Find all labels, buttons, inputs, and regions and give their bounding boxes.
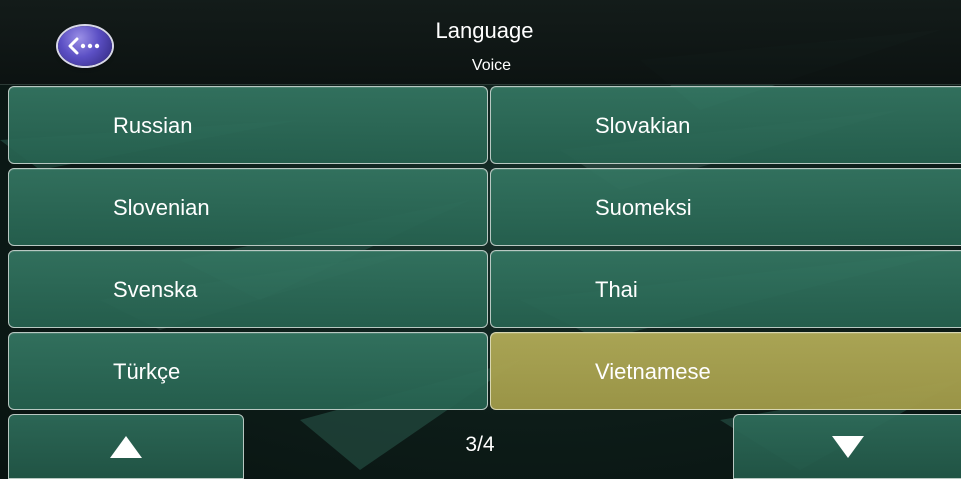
- page-down-button[interactable]: [733, 414, 961, 479]
- language-option-slovenian[interactable]: Slovenian: [8, 168, 488, 246]
- language-option-slovakian[interactable]: Slovakian: [490, 86, 961, 164]
- page-subtitle: Voice: [471, 57, 512, 74]
- language-option-russian[interactable]: Russian: [8, 86, 488, 164]
- language-option-turkce[interactable]: Türkçe: [8, 332, 488, 410]
- voice-language-screen: Language Voice Russian Slovakian Sloveni…: [0, 0, 961, 479]
- language-option-suomeksi[interactable]: Suomeksi: [490, 168, 961, 246]
- triangle-up-icon: [110, 435, 142, 458]
- page-indicator: 3/4: [465, 433, 495, 456]
- language-option-thai[interactable]: Thai: [490, 250, 961, 328]
- header-bar: Language Voice: [0, 0, 961, 85]
- pager-bar: 3/4: [0, 410, 961, 479]
- triangle-down-icon: [831, 435, 864, 458]
- language-list: Russian Slovakian Slovenian Suomeksi Sve…: [8, 86, 961, 410]
- page-up-button[interactable]: [8, 414, 244, 479]
- language-option-svenska[interactable]: Svenska: [8, 250, 488, 328]
- page-title: Language: [435, 18, 534, 43]
- language-option-vietnamese[interactable]: Vietnamese: [490, 332, 961, 410]
